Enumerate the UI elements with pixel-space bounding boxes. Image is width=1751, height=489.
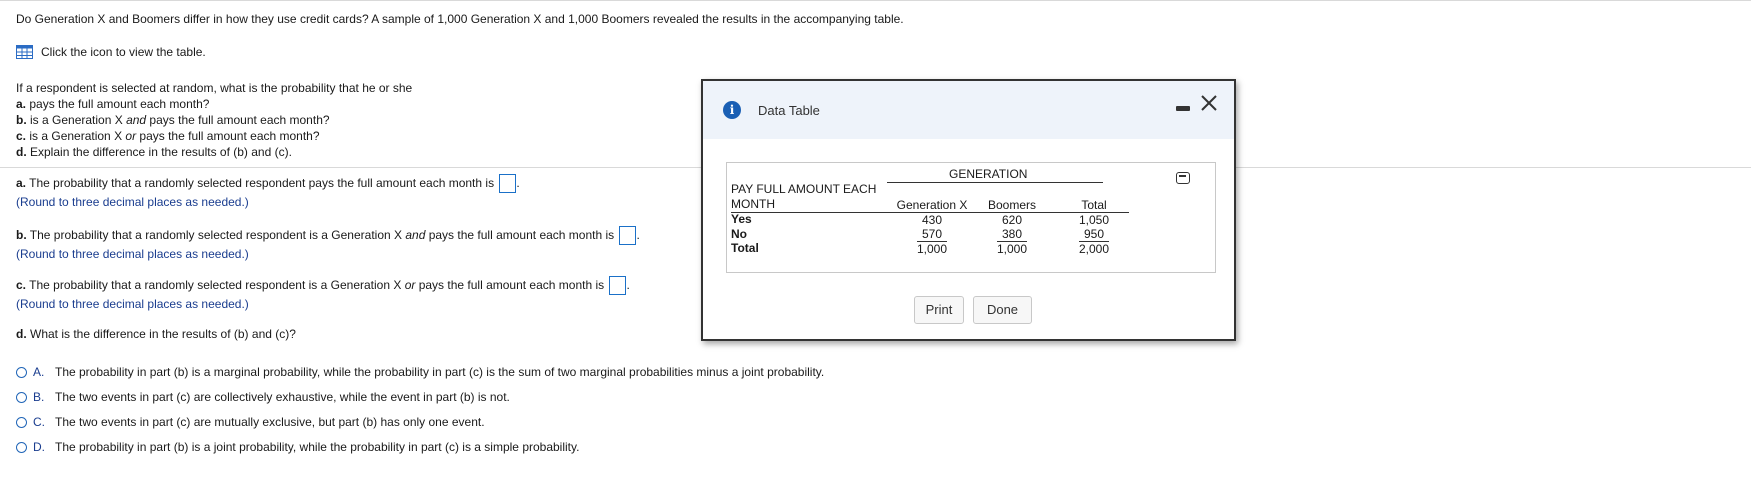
choice-c-letter: C. (33, 415, 45, 429)
close-icon[interactable] (1199, 93, 1219, 113)
choice-c-text: The two events in part (c) are mutually … (55, 415, 485, 429)
cell-yes-total: 1,050 (1078, 213, 1110, 227)
question-list: If a respondent is selected at random, w… (16, 80, 412, 160)
part-a-prompt: a. The probability that a randomly selec… (16, 174, 520, 194)
cell-yes-boomers: 620 (1001, 213, 1023, 227)
question-d: d. Explain the difference in the results… (16, 145, 292, 159)
choice-a-text: The probability in part (b) is a margina… (55, 365, 825, 379)
print-button[interactable]: Print (914, 296, 964, 324)
row-header-line1: PAY FULL AMOUNT EACH (731, 182, 877, 196)
part-b: b. The probability that a randomly selec… (16, 226, 640, 263)
question-intro: Do Generation X and Boomers differ in ho… (16, 12, 904, 26)
group-underline (887, 182, 1103, 183)
col-header-total: Total (1081, 198, 1107, 212)
choice-b-text: The two events in part (c) are collectiv… (55, 390, 510, 404)
choice-a-letter: A. (33, 365, 45, 379)
col-header-boomers: Boomers (987, 198, 1037, 212)
choice-a-radio[interactable] (16, 366, 27, 378)
part-c-answer-input[interactable] (609, 276, 627, 296)
col-header-generation-x: Generation X (896, 198, 968, 212)
part-b-hint: (Round to three decimal places as needed… (16, 247, 249, 262)
part-a-hint: (Round to three decimal places as needed… (16, 195, 249, 210)
part-b-answer-input[interactable] (619, 226, 637, 246)
cell-total-total: 2,000 (1078, 242, 1110, 256)
row-label-no: No (731, 227, 747, 241)
choice-b-letter: B. (33, 390, 45, 404)
row-label-yes: Yes (731, 212, 752, 226)
view-table-text[interactable]: Click the icon to view the table. (41, 45, 206, 59)
part-c-hint: (Round to three decimal places as needed… (16, 297, 249, 312)
cell-total-genx: 1,000 (916, 242, 948, 256)
part-c: c. The probability that a randomly selec… (16, 276, 630, 313)
group-header: GENERATION (949, 167, 1028, 181)
done-button[interactable]: Done (973, 296, 1032, 324)
choice-b[interactable]: B. The two events in part (c) are collec… (16, 390, 510, 404)
dialog-title: Data Table (758, 103, 820, 118)
choice-d-letter: D. (33, 440, 45, 454)
question-b: b. is a Generation X and pays the full a… (16, 113, 330, 127)
row-header-line2: MONTH (731, 197, 775, 211)
choice-a[interactable]: A. The probability in part (b) is a marg… (16, 365, 824, 379)
row-label-total: Total (731, 241, 759, 255)
cell-no-total: 950 (1083, 227, 1105, 241)
choice-d-text: The probability in part (b) is a joint p… (55, 440, 580, 454)
choice-b-radio[interactable] (16, 391, 27, 403)
cell-no-boomers: 380 (1001, 227, 1023, 241)
part-c-prompt: c. The probability that a randomly selec… (16, 276, 630, 296)
part-d: d. What is the difference in the results… (16, 327, 296, 341)
choice-d-radio[interactable] (16, 441, 27, 453)
question-c: c. is a Generation X or pays the full am… (16, 129, 320, 143)
table-icon[interactable] (16, 45, 33, 59)
data-table-dialog: i Data Table GENERATION PAY FULL AMOUNT … (701, 79, 1236, 341)
question-lead: If a respondent is selected at random, w… (16, 81, 413, 95)
part-b-prompt: b. The probability that a randomly selec… (16, 226, 640, 246)
view-table-link[interactable]: Click the icon to view the table. (16, 45, 206, 59)
choice-d[interactable]: D. The probability in part (b) is a join… (16, 440, 579, 454)
part-a: a. The probability that a randomly selec… (16, 174, 520, 211)
data-table: GENERATION PAY FULL AMOUNT EACH MONTH Ge… (726, 162, 1216, 273)
cell-yes-genx: 430 (921, 213, 943, 227)
info-icon: i (723, 101, 741, 119)
cell-total-boomers: 1,000 (996, 242, 1028, 256)
cell-no-genx: 570 (921, 227, 943, 241)
part-a-answer-input[interactable] (499, 174, 517, 194)
dialog-header: i Data Table (703, 81, 1234, 139)
minimize-icon[interactable] (1176, 106, 1190, 111)
choice-c-radio[interactable] (16, 416, 27, 428)
question-a: a. pays the full amount each month? (16, 97, 210, 111)
choice-c[interactable]: C. The two events in part (c) are mutual… (16, 415, 485, 429)
top-divider (0, 0, 1751, 1)
